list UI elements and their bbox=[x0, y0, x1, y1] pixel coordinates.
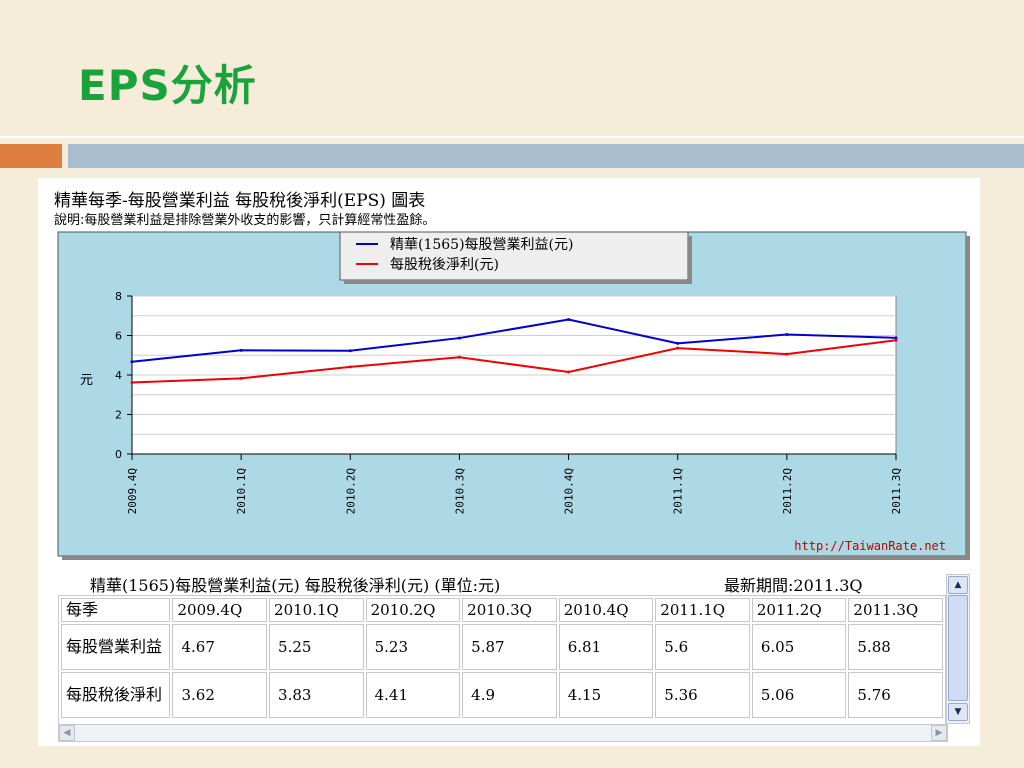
table-column-header: 2011.3Q bbox=[848, 598, 943, 622]
table-row-label: 每股營業利益 bbox=[61, 624, 171, 670]
table-caption: 精華(1565)每股營業利益(元) 每股稅後淨利(元) (單位:元) bbox=[90, 576, 501, 595]
data-point bbox=[348, 365, 352, 369]
table-cell: 5.36 bbox=[655, 672, 750, 718]
table-cell: 5.88 bbox=[848, 624, 943, 670]
x-tick-label: 2011.2Q bbox=[781, 468, 794, 514]
chart-frame-shadow bbox=[966, 236, 970, 560]
scroll-right-icon[interactable]: ▶ bbox=[931, 725, 947, 741]
table-row: 每股營業利益 4.67 5.25 5.23 5.87 6.81 5.6 6.05 5.88 bbox=[61, 624, 943, 670]
legend-shadow bbox=[688, 236, 692, 284]
scroll-thumb[interactable] bbox=[948, 595, 968, 701]
table-cell: 4.41 bbox=[365, 672, 461, 718]
watermark-url: http://TaiwanRate.net bbox=[794, 539, 946, 553]
x-tick-label: 2010.3Q bbox=[453, 468, 466, 514]
legend-shadow-bottom bbox=[344, 280, 692, 284]
x-tick-label: 2010.2Q bbox=[344, 468, 357, 514]
table-column-header: 2010.2Q bbox=[365, 598, 461, 622]
table-row-label: 每股稅後淨利 bbox=[61, 672, 171, 718]
y-tick-label: 6 bbox=[115, 330, 122, 343]
chart-frame-shadow-bottom bbox=[62, 556, 970, 560]
table-viewport[interactable]: 每季 2009.4Q 2010.1Q 2010.2Q 2010.3Q 2010.4Q 201… bbox=[58, 595, 946, 725]
data-point bbox=[130, 381, 134, 385]
data-point bbox=[676, 346, 680, 350]
vertical-scrollbar[interactable]: ▲ ▼ bbox=[946, 574, 970, 724]
data-point bbox=[457, 355, 461, 359]
table-header-label: 每季 bbox=[61, 598, 171, 622]
latest-period: 最新期間:2011.3Q bbox=[724, 576, 863, 595]
data-point bbox=[894, 338, 898, 342]
table-column-header: 2009.4Q bbox=[172, 598, 268, 622]
x-tick-label: 2011.1Q bbox=[672, 468, 685, 514]
table-cell: 3.62 bbox=[172, 672, 268, 718]
eps-table: 每季 2009.4Q 2010.1Q 2010.2Q 2010.3Q 2010.4Q 201… bbox=[59, 596, 945, 720]
y-tick-label: 8 bbox=[115, 290, 122, 303]
scroll-left-icon[interactable]: ◀ bbox=[59, 725, 75, 741]
x-tick-label: 2010.1Q bbox=[235, 468, 248, 514]
data-point bbox=[567, 318, 571, 322]
accent-bar-orange bbox=[0, 144, 62, 168]
table-cell: 4.67 bbox=[172, 624, 268, 670]
table-cell: 5.76 bbox=[848, 672, 943, 718]
data-point bbox=[130, 360, 134, 364]
scroll-up-icon[interactable]: ▲ bbox=[948, 576, 968, 594]
data-point bbox=[785, 352, 789, 356]
table-column-header: 2010.4Q bbox=[558, 598, 654, 622]
table-cell: 3.83 bbox=[269, 672, 364, 718]
slide-title: EPS分析 bbox=[78, 61, 257, 110]
y-axis-label: 元 bbox=[80, 373, 93, 388]
data-point bbox=[567, 370, 571, 374]
table-column-header: 2011.2Q bbox=[751, 598, 847, 622]
table-cell: 4.9 bbox=[462, 672, 557, 718]
accent-bar-blue bbox=[68, 144, 1024, 168]
table-cell: 4.15 bbox=[558, 672, 654, 718]
horizontal-scrollbar[interactable]: ◀ ▶ bbox=[58, 724, 948, 742]
table-column-header: 2011.1Q bbox=[655, 598, 750, 622]
table-cell: 5.87 bbox=[462, 624, 557, 670]
legend-label-2: 每股稅後淨利(元) bbox=[390, 257, 499, 273]
table-column-header: 2010.3Q bbox=[462, 598, 557, 622]
eps-line-chart: 0 2 4 6 8 2009.4Q 2010.1Q 2010.2Q 2010.3Q 2010.4Q… bbox=[57, 231, 970, 560]
table-cell: 5.23 bbox=[365, 624, 461, 670]
data-point bbox=[239, 348, 243, 352]
y-tick-label: 2 bbox=[115, 409, 122, 422]
data-point bbox=[348, 349, 352, 353]
title-divider bbox=[0, 136, 1024, 138]
scroll-down-icon[interactable]: ▼ bbox=[948, 703, 968, 721]
x-tick-label: 2010.4Q bbox=[563, 468, 576, 514]
y-tick-label: 4 bbox=[115, 369, 122, 382]
data-point bbox=[457, 336, 461, 340]
data-point bbox=[785, 333, 789, 337]
x-tick-label: 2009.4Q bbox=[126, 468, 139, 514]
table-column-header: 2010.1Q bbox=[269, 598, 364, 622]
table-cell: 6.81 bbox=[558, 624, 654, 670]
table-cell: 5.25 bbox=[269, 624, 364, 670]
table-cell: 5.6 bbox=[655, 624, 750, 670]
data-point bbox=[239, 376, 243, 380]
data-point bbox=[676, 341, 680, 345]
table-cell: 5.06 bbox=[751, 672, 847, 718]
legend-label-1: 精華(1565)每股營業利益(元) bbox=[390, 237, 573, 253]
table-cell: 6.05 bbox=[751, 624, 847, 670]
x-tick-label: 2011.3Q bbox=[890, 468, 903, 514]
y-tick-label: 0 bbox=[115, 448, 122, 461]
chart-panel: 精華每季-每股營業利益 每股稅後淨利(EPS) 圖表 說明:每股營業利益是排除營… bbox=[38, 178, 980, 746]
table-header-row: 每季 2009.4Q 2010.1Q 2010.2Q 2010.3Q 2010.4Q 201… bbox=[61, 598, 943, 622]
table-row: 每股稅後淨利 3.62 3.83 4.41 4.9 4.15 5.36 5.06 5.76 bbox=[61, 672, 943, 718]
